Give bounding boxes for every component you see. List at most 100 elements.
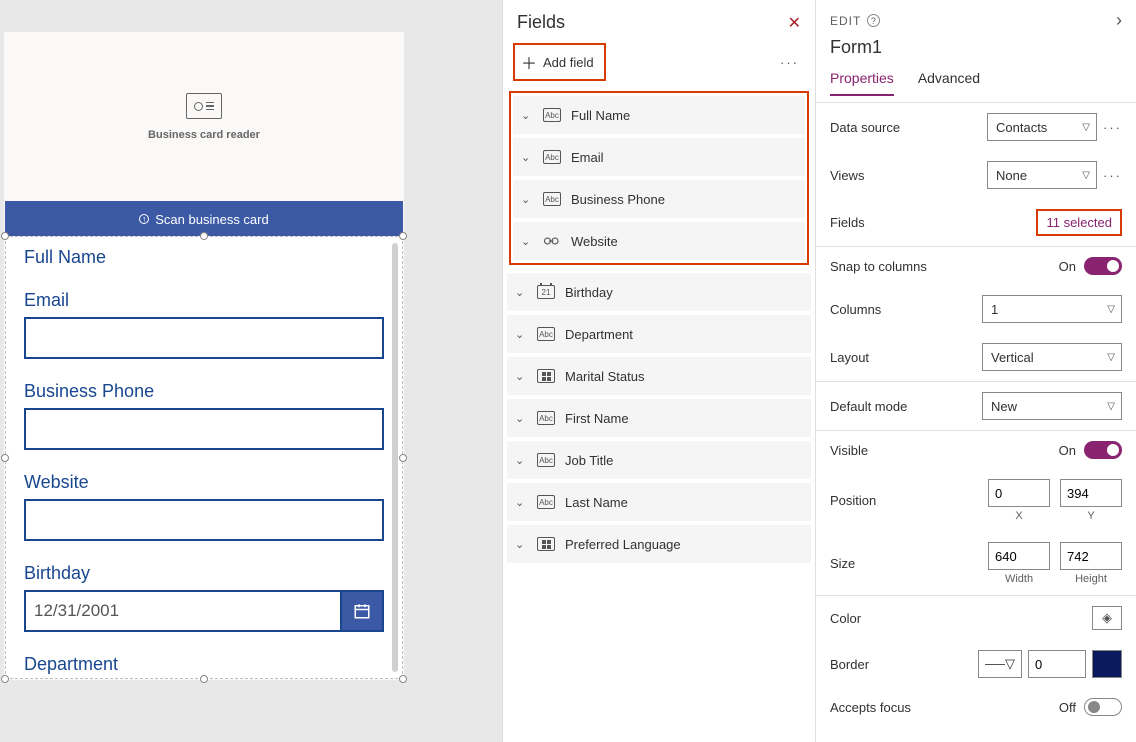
position-y-input[interactable]: [1060, 479, 1122, 507]
border-color-button[interactable]: [1092, 650, 1122, 678]
field-list-item[interactable]: ⌄ Marital Status: [507, 357, 811, 395]
field-list-item[interactable]: ⌄Preferred Language: [507, 525, 811, 563]
visible-toggle[interactable]: [1084, 441, 1122, 459]
text-field-icon: Abc: [543, 150, 561, 164]
chevron-down-icon: ⌄: [521, 151, 533, 164]
field-name-label: Marital Status: [565, 369, 644, 384]
form-field: Business Phone: [24, 381, 384, 450]
chevron-right-icon[interactable]: ›: [1116, 10, 1122, 31]
device-frame: Business card reader Scan business card …: [4, 32, 404, 680]
close-icon[interactable]: ✕: [788, 13, 801, 33]
columns-select[interactable]: 1▽: [982, 295, 1122, 323]
default-mode-label: Default mode: [830, 399, 907, 414]
size-width-input[interactable]: [988, 542, 1050, 570]
chevron-down-icon: ▽: [1082, 122, 1090, 133]
form-fields: Full Name Email Business Phone Website Birth…: [6, 237, 402, 678]
chevron-down-icon: ⌄: [515, 538, 527, 551]
more-icon[interactable]: ···: [1103, 168, 1122, 183]
optionset-icon: [537, 537, 555, 551]
field-input[interactable]: [24, 317, 384, 359]
optionset-icon: [537, 369, 555, 383]
scrollbar[interactable]: [392, 243, 398, 672]
chevron-down-icon: ▽: [1107, 304, 1115, 315]
form-field: Birthday: [24, 563, 384, 632]
field-list-item[interactable]: ⌄Website: [513, 222, 805, 260]
text-field-icon: Abc: [537, 411, 555, 425]
properties-panel: EDIT ? › Form1 Properties Advanced Data …: [816, 0, 1136, 742]
field-input[interactable]: [24, 499, 384, 541]
more-options-button[interactable]: ···: [780, 55, 799, 70]
border-label: Border: [830, 657, 869, 672]
default-mode-select[interactable]: New▽: [982, 392, 1122, 420]
field-list-item[interactable]: ⌄AbcJob Title: [507, 441, 811, 479]
add-field-button[interactable]: ＋ Add field: [513, 43, 606, 81]
views-label: Views: [830, 168, 864, 183]
field-list-item[interactable]: ⌄AbcDepartment: [507, 315, 811, 353]
field-label: Email: [24, 290, 384, 311]
form-field: Website: [24, 472, 384, 541]
chevron-down-icon: ⌄: [515, 286, 527, 299]
paint-bucket-icon: ◈: [1102, 610, 1112, 626]
field-name-label: First Name: [565, 411, 629, 426]
snap-toggle[interactable]: [1084, 257, 1122, 275]
field-input[interactable]: [24, 408, 384, 450]
chevron-down-icon: ⌄: [521, 109, 533, 122]
size-label: Size: [830, 556, 855, 571]
accepts-focus-toggle[interactable]: [1084, 698, 1122, 716]
data-source-label: Data source: [830, 120, 900, 135]
form-field: Full Name: [24, 247, 384, 268]
scan-label: Scan business card: [155, 212, 268, 227]
text-field-icon: Abc: [543, 192, 561, 206]
chevron-down-icon: ⌄: [521, 193, 533, 206]
columns-label: Columns: [830, 302, 881, 317]
tab-properties[interactable]: Properties: [830, 66, 894, 96]
size-height-input[interactable]: [1060, 542, 1122, 570]
field-label: Business Phone: [24, 381, 384, 402]
business-card-reader: Business card reader: [5, 33, 403, 201]
plus-icon: ＋: [521, 50, 537, 74]
layout-label: Layout: [830, 350, 869, 365]
tabs: Properties Advanced: [830, 66, 1122, 96]
help-icon[interactable]: ?: [867, 14, 880, 27]
date-picker-button[interactable]: [342, 590, 384, 632]
position-x-input[interactable]: [988, 479, 1050, 507]
visible-label: Visible: [830, 443, 868, 458]
field-list-item[interactable]: ⌄AbcFull Name: [513, 96, 805, 134]
more-icon[interactable]: ···: [1103, 120, 1122, 135]
date-input[interactable]: [24, 590, 342, 632]
fields-label: Fields: [830, 215, 865, 230]
field-name-label: Birthday: [565, 285, 613, 300]
field-name-label: Business Phone: [571, 192, 665, 207]
field-list-item[interactable]: ⌄ Abc Business Phone: [513, 180, 805, 218]
chevron-down-icon: ⌄: [515, 454, 527, 467]
form-field: Email: [24, 290, 384, 359]
edit-label[interactable]: EDIT ?: [830, 14, 880, 28]
chevron-down-icon: ⌄: [515, 496, 527, 509]
field-list-item[interactable]: ⌄AbcFirst Name: [507, 399, 811, 437]
border-style-select[interactable]: ▽: [978, 650, 1022, 678]
color-picker-button[interactable]: ◈: [1092, 606, 1122, 630]
text-field-icon: Abc: [543, 108, 561, 122]
data-source-select[interactable]: Contacts▽: [987, 113, 1097, 141]
card-reader-label: Business card reader: [148, 129, 260, 141]
form-canvas-selected[interactable]: Full Name Email Business Phone Website Birth…: [5, 236, 403, 679]
field-list-item[interactable]: ⌄ Abc Email: [513, 138, 805, 176]
link-icon: [543, 234, 561, 248]
canvas-area: Business card reader Scan business card …: [0, 0, 502, 742]
views-select[interactable]: None▽: [987, 161, 1097, 189]
id-card-icon: [186, 93, 222, 119]
snap-to-columns-label: Snap to columns: [830, 259, 927, 274]
field-list-item[interactable]: ⌄21Birthday: [507, 273, 811, 311]
form-name: Form1: [830, 37, 1122, 58]
edit-fields-link[interactable]: 11 selected: [1036, 209, 1122, 236]
field-list-item[interactable]: ⌄AbcLast Name: [507, 483, 811, 521]
field-name-label: Job Title: [565, 453, 613, 468]
chevron-down-icon: ⌄: [515, 370, 527, 383]
layout-select[interactable]: Vertical▽: [982, 343, 1122, 371]
text-field-icon: Abc: [537, 327, 555, 341]
field-name-label: Email: [571, 150, 604, 165]
field-label: Birthday: [24, 563, 384, 584]
border-width-input[interactable]: [1028, 650, 1086, 678]
tab-advanced[interactable]: Advanced: [918, 66, 980, 96]
text-field-icon: Abc: [537, 495, 555, 509]
